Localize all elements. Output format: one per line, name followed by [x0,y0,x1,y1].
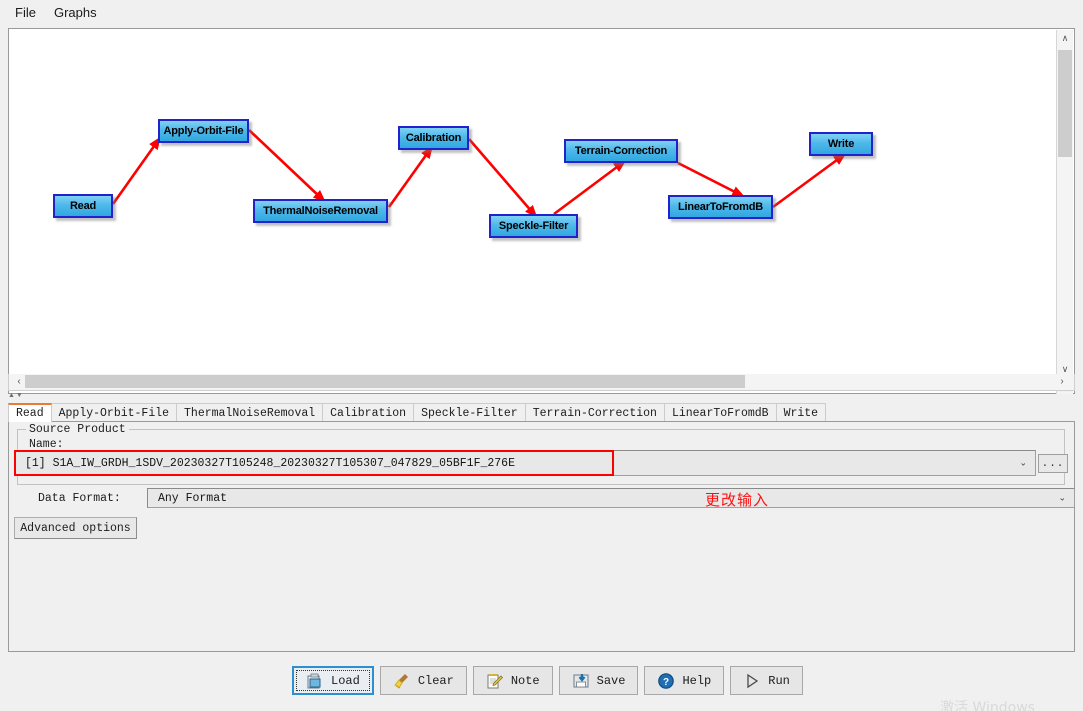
button-label: Save [596,673,626,688]
tab-thermalnoiseremoval[interactable]: ThermalNoiseRemoval [176,403,324,422]
advanced-options-button[interactable]: Advanced options [14,517,137,539]
application-window: File Graphs Read Apply-Orbit-File ThermalN… [0,0,1083,711]
graph-node-orbit[interactable]: Apply-Orbit-File [158,119,249,143]
menu-file[interactable]: File [6,2,45,23]
tab-label: LinearToFromdB [671,407,769,420]
graph-node-label: Calibration [405,132,462,144]
graph-node-linear[interactable]: LinearToFromdB [668,195,773,219]
button-label: Clear [417,673,454,688]
data-format-value: Any Format [158,491,228,505]
graph-node-terrain[interactable]: Terrain-Correction [564,139,678,163]
tab-apply-orbit-file[interactable]: Apply-Orbit-File [50,403,178,422]
play-triangle-icon [743,672,761,690]
change-input-annotation: 更改输入 [705,491,770,509]
graph-node-read[interactable]: Read [53,194,113,218]
graph-node-label: Terrain-Correction [574,145,668,157]
source-product-group-title: Source Product [26,423,129,436]
run-button[interactable]: Run [730,666,803,695]
folder-open-icon [306,672,324,690]
tab-calibration[interactable]: Calibration [322,403,415,422]
graph-node-calib[interactable]: Calibration [398,126,469,150]
tab-label: Calibration [330,407,407,420]
chevron-down-icon[interactable]: ⌄ [1019,458,1027,469]
menu-bar: File Graphs [0,0,1083,24]
broom-icon [393,672,411,690]
graph-edges [111,129,847,219]
svg-text:?: ? [663,677,669,688]
button-label: Help [682,673,712,688]
graph-canvas-panel[interactable]: Read Apply-Orbit-File ThermalNoiseRemoval C… [8,28,1075,394]
scroll-right-icon[interactable]: › [1054,374,1070,389]
save-button[interactable]: Save [558,666,639,695]
graph-node-label: LinearToFromdB [678,201,763,213]
button-label: Run [768,673,790,688]
operator-tab-bar: Read Apply-Orbit-File ThermalNoiseRemoval C… [8,402,1075,422]
graph-node-write[interactable]: Write [809,132,873,156]
load-button[interactable]: Load [292,666,374,695]
graph-edge-terrain-to-linear [677,161,746,198]
clear-button[interactable]: Clear [379,666,467,695]
graph-edge-speckle-to-terrain [553,159,627,216]
graph-node-label: ThermalNoiseRemoval [263,205,378,217]
graph-edge-read-to-orbit [111,136,161,205]
help-button[interactable]: ? Help [644,666,725,695]
tab-label: Apply-Orbit-File [58,407,170,420]
tab-label: Speckle-Filter [421,407,518,420]
data-format-chevron-down-icon[interactable]: ⌄ [1058,493,1066,504]
data-format-combo[interactable]: Any Format ⌄ [147,488,1075,508]
windows-activation-watermark: 激活 Windows [940,700,1035,711]
source-product-value: [1] S1A_IW_GRDH_1SDV_20230327T105248_202… [25,456,515,470]
notepad-pencil-icon [486,672,504,690]
menu-graphs[interactable]: Graphs [45,2,106,23]
source-product-combo[interactable]: [1] S1A_IW_GRDH_1SDV_20230327T105248_202… [14,450,1036,476]
graph-canvas[interactable]: Read Apply-Orbit-File ThermalNoiseRemoval C… [9,29,1055,375]
tab-label: Terrain-Correction [532,407,657,420]
scroll-up-icon[interactable]: ∧ [1057,30,1073,47]
graph-edge-linear-to-write [772,152,847,209]
tab-read[interactable]: Read [8,403,52,422]
tab-lineartofromdb[interactable]: LinearToFromdB [663,403,777,422]
horizontal-scroll-thumb[interactable] [25,375,745,388]
graph-vertical-scrollbar[interactable]: ∧ ∨ [1056,30,1073,394]
graph-edge-orbit-to-thermal [248,129,326,203]
question-circle-icon: ? [657,672,675,690]
floppy-disk-icon [572,672,590,690]
note-button[interactable]: Note [472,666,553,695]
graph-node-thermal[interactable]: ThermalNoiseRemoval [253,199,388,223]
action-button-bar: Load Clear Note Save? Help Run [292,666,803,695]
graph-node-label: Write [827,138,855,150]
graph-edge-calib-to-speckle [468,138,538,219]
data-format-label: Data Format: [38,492,121,505]
tab-label: Write [783,407,819,420]
graph-edge-thermal-to-calib [387,145,433,208]
graph-node-label: Apply-Orbit-File [163,125,244,137]
graph-node-label: Read [69,200,97,212]
tab-label: Read [16,407,44,420]
graph-horizontal-scrollbar[interactable]: ‹ › [8,374,1075,391]
graph-node-speckle[interactable]: Speckle-Filter [489,214,578,238]
graph-node-label: Speckle-Filter [498,220,569,232]
panel-splitter-handle[interactable]: ▲▼ [8,392,28,400]
button-label: Note [510,673,540,688]
tab-write[interactable]: Write [775,403,827,422]
tab-speckle-filter[interactable]: Speckle-Filter [413,403,526,422]
vertical-scroll-thumb[interactable] [1058,50,1072,157]
button-label: Load [331,673,360,688]
tab-terrain-correction[interactable]: Terrain-Correction [524,403,665,422]
tab-label: ThermalNoiseRemoval [184,407,316,420]
browse-file-button[interactable]: ... [1038,454,1068,473]
